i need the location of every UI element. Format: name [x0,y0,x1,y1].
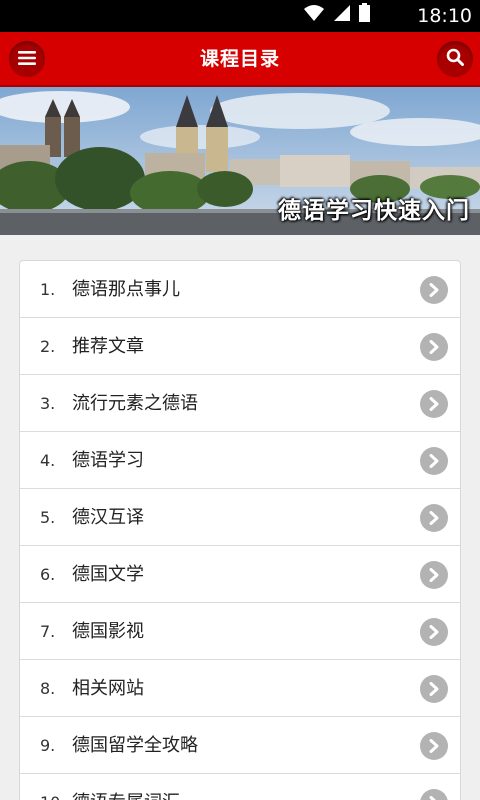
banner-caption: 德语学习快速入门 [278,198,470,224]
item-label: 德国留学全攻略 [72,735,198,756]
list-item[interactable]: 8. 相关网站 [20,660,460,717]
chevron-right-icon [420,675,448,703]
item-number: 3. [40,394,56,413]
item-number: 6. [40,565,56,584]
item-label: 德国影视 [72,621,144,642]
list-item[interactable]: 4. 德语学习 [20,432,460,489]
search-icon [446,48,464,70]
banner-image: 德语学习快速入门 [0,87,480,235]
item-number: 7. [40,622,56,641]
list-item[interactable]: 5. 德汉互译 [20,489,460,546]
chevron-right-icon [420,732,448,760]
item-number: 2. [40,337,56,356]
chevron-right-icon [420,390,448,418]
chevron-right-icon [420,447,448,475]
chevron-right-icon [420,276,448,304]
list-item[interactable]: 2. 推荐文章 [20,318,460,375]
chevron-right-icon [420,789,448,800]
chevron-right-icon [420,504,448,532]
status-icons [303,3,370,26]
menu-icon [18,50,36,69]
chevron-right-icon [420,561,448,589]
list-item[interactable]: 6. 德国文学 [20,546,460,603]
item-number: 5. [40,508,56,527]
status-bar: 18:10 [0,0,480,32]
item-label: 相关网站 [72,678,144,699]
list-item[interactable]: 1. 德语那点事儿 [20,261,460,318]
list-item[interactable]: 7. 德国影视 [20,603,460,660]
chevron-right-icon [420,333,448,361]
wifi-icon [303,4,325,26]
chevron-right-icon [420,618,448,646]
search-button[interactable] [437,41,473,77]
item-number: 4. [40,451,56,470]
list-item[interactable]: 9. 德国留学全攻略 [20,717,460,774]
item-label: 德语那点事儿 [72,279,180,300]
item-number: 1. [40,280,56,299]
app-header: 课程目录 [0,32,480,87]
item-label: 德国文学 [72,564,144,585]
battery-icon [359,3,370,26]
page-title: 课程目录 [199,48,280,70]
item-number: 9. [40,736,56,755]
list-item[interactable]: 10. 德语专属词汇 [20,774,460,800]
list-item[interactable]: 3. 流行元素之德语 [20,375,460,432]
item-label: 德语专属词汇 [72,774,180,800]
item-label: 德语学习 [72,450,144,471]
status-time: 18:10 [417,5,472,27]
item-label: 德汉互译 [72,507,144,528]
course-list: 1. 德语那点事儿 2. 推荐文章 3. 流行元素之德语 4. 德语学习 5. 德汉互译 6. 德国文… [19,260,461,800]
item-number: 10. [40,774,65,800]
item-label: 流行元素之德语 [72,393,198,414]
menu-button[interactable] [9,41,45,77]
item-label: 推荐文章 [72,336,144,357]
signal-icon [333,4,351,26]
item-number: 8. [40,679,56,698]
